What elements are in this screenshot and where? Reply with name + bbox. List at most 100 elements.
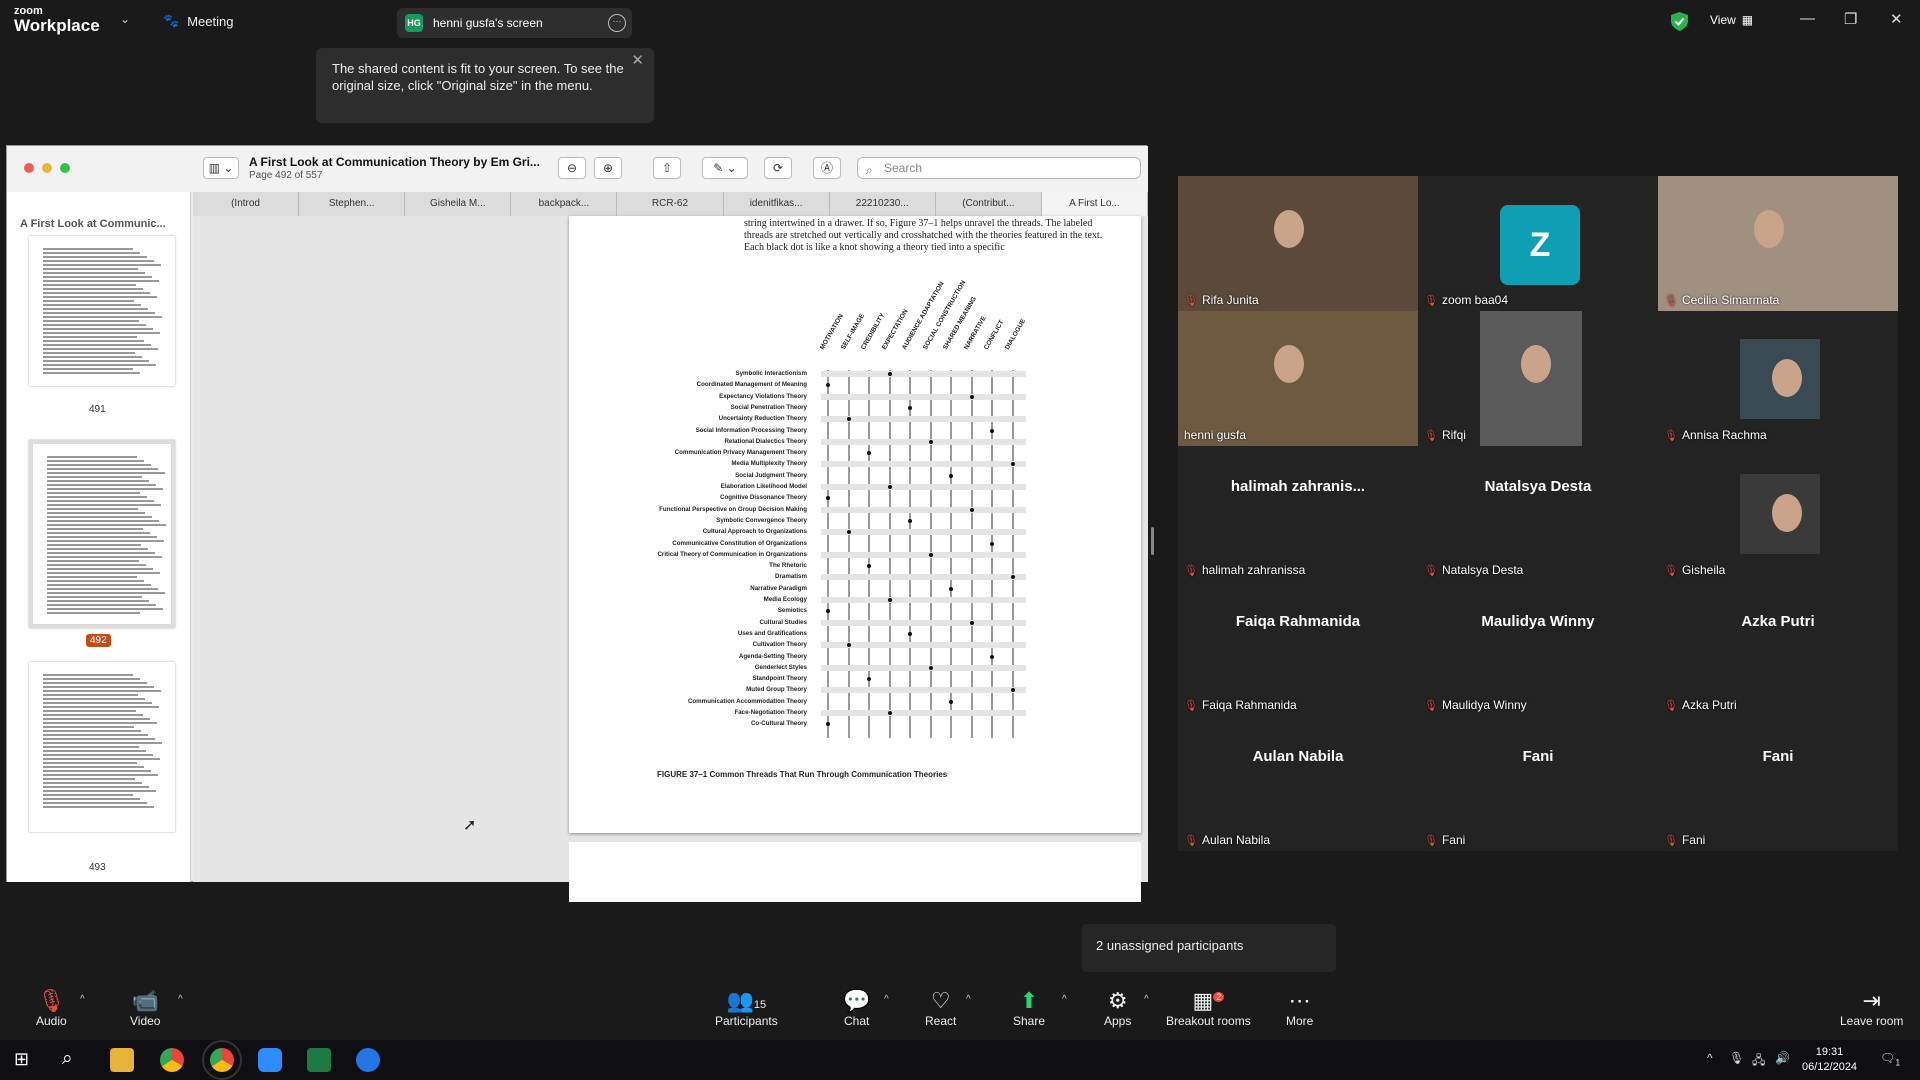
app-icon[interactable] [356, 1048, 380, 1072]
security-shield-icon[interactable] [1671, 12, 1688, 31]
thumbnail-text-line [43, 268, 138, 270]
share-options-caret[interactable]: ^ [1062, 994, 1067, 1005]
share-button[interactable]: ⬆ Share [1013, 988, 1045, 1028]
mac-zoom-icon[interactable] [60, 163, 70, 173]
tab-4[interactable]: backpack... [511, 192, 618, 216]
video-options-caret[interactable]: ^ [178, 994, 183, 1005]
participant-name: zoom baa04 [1441, 293, 1509, 307]
chrome-icon[interactable] [160, 1048, 184, 1072]
participant-tile[interactable]: 🎙 Rifqi [1418, 311, 1658, 446]
pdf-search-field[interactable]: ⌕ Search [857, 157, 1141, 179]
participant-tile[interactable]: Z 🎙 zoom baa04 [1418, 176, 1658, 311]
thumbnail-text-line [43, 714, 143, 716]
close-tooltip-icon[interactable]: ✕ [631, 52, 644, 69]
figure-theory-label: Genderlect Styles [754, 663, 807, 671]
document-view[interactable]: string intertwined in a drawer. If so, F… [193, 216, 1148, 902]
chevron-down-icon[interactable]: ⌄ [120, 12, 130, 26]
annotate-icon[interactable]: Ⓐ [813, 157, 841, 179]
thumbnail-text-line [43, 280, 159, 282]
system-clock[interactable]: 19:31 06/12/2024 [1802, 1045, 1857, 1075]
participant-tile[interactable]: halimah zahranis... 🎙 halimah zahranissa [1178, 446, 1418, 581]
participant-tile[interactable]: henni gusfa [1178, 311, 1418, 446]
markup-pen-icon[interactable]: ✎ ⌄ [702, 157, 748, 179]
zoom-workplace-logo[interactable]: zoom Workplace [14, 6, 100, 35]
tab-1[interactable]: (Introd [193, 192, 300, 216]
participant-name: Azka Putri [1681, 698, 1737, 712]
leave-room-button[interactable]: ⇥ Leave room [1840, 988, 1903, 1028]
more-button[interactable]: ⋯ More [1286, 988, 1313, 1028]
participant-tile[interactable]: Aulan Nabila 🎙 Aulan Nabila [1178, 716, 1418, 851]
mac-close-icon[interactable] [24, 163, 34, 173]
view-button[interactable]: View ▦ [1710, 13, 1753, 27]
apps-options-caret[interactable]: ^ [1144, 994, 1149, 1005]
mac-minimize-icon[interactable] [42, 163, 52, 173]
sidebar-toggle-button[interactable]: ▥ ⌄ [203, 157, 239, 179]
figure-row-band [821, 484, 1026, 490]
notification-icon[interactable]: 🗨1 [1880, 1051, 1900, 1067]
more-icon: ⋯ [1288, 988, 1311, 1013]
tab-active[interactable]: A First Lo... [1041, 192, 1148, 216]
react-options-caret[interactable]: ^ [966, 994, 971, 1005]
tab-6[interactable]: idenitfikas... [724, 192, 830, 216]
thumbnail-text-line [47, 476, 142, 478]
rotate-icon[interactable]: ⟳ [764, 157, 792, 179]
restore-icon[interactable]: ❐ [1844, 10, 1857, 28]
participant-tile[interactable]: Fani 🎙 Fani [1658, 716, 1898, 851]
chat-options-caret[interactable]: ^ [884, 994, 889, 1005]
participant-tile[interactable]: Faiqa Rahmanida 🎙 Faiqa Rahmanida [1178, 581, 1418, 716]
windows-start-icon[interactable]: ⊞ [14, 1049, 29, 1070]
audio-button[interactable]: 🎙 Audio [36, 988, 67, 1028]
participant-tile[interactable]: Fani 🎙 Fani [1418, 716, 1658, 851]
participant-tile[interactable]: 🎙 Annisa Rachma [1658, 311, 1898, 446]
unassigned-participants-notice[interactable]: 2 unassigned participants [1082, 924, 1336, 972]
participant-tile[interactable]: 🎙 Rifa Junita [1178, 176, 1418, 311]
tab-5[interactable]: RCR-62 [617, 192, 724, 216]
share-icon[interactable]: ⇧ [653, 157, 681, 179]
meeting-menu[interactable]: 🐾 Meeting [163, 13, 233, 29]
apps-button[interactable]: ⚙ Apps [1104, 988, 1131, 1028]
tab-8[interactable]: (Contribut... [936, 192, 1042, 216]
breakout-rooms-button[interactable]: ▦ 2 Breakout rooms [1166, 988, 1251, 1028]
zoom-out-icon[interactable]: ⊖ [558, 157, 586, 179]
chat-button[interactable]: 💬 Chat [843, 988, 870, 1028]
tab-2[interactable]: Stephen... [299, 192, 406, 216]
muted-mic-icon: 🎙 [1184, 699, 1198, 712]
tab-7[interactable]: 22210230... [830, 192, 936, 216]
figure-theory-label: Media Multiplexity Theory [731, 460, 807, 468]
close-icon[interactable]: ✕ [1890, 10, 1903, 28]
audio-options-caret[interactable]: ^ [80, 994, 85, 1005]
page-number-493: 493 [89, 862, 106, 873]
excel-icon[interactable] [307, 1048, 331, 1072]
grid-icon: ▦ [1741, 13, 1754, 27]
page-thumbnail-491[interactable] [29, 236, 175, 386]
participant-tile[interactable]: Maulidya Winny 🎙 Maulidya Winny [1418, 581, 1658, 716]
video-button[interactable]: 📹 Video [130, 988, 160, 1028]
file-explorer-icon[interactable] [110, 1048, 134, 1072]
participants-button[interactable]: 👥15 Participants [715, 988, 778, 1028]
tray-expand-icon[interactable]: ^ [1707, 1051, 1713, 1065]
muted-mic-icon: 🎙 [1664, 564, 1678, 577]
resize-handle[interactable] [1151, 527, 1154, 555]
participant-name-label: 🎙 Cecilia Simarmata [1664, 293, 1779, 307]
shared-screen[interactable]: ▥ ⌄ A First Look at Communication Theory… [6, 145, 1148, 902]
screen-share-indicator[interactable]: HG henni gusfa's screen ··· [397, 8, 632, 38]
more-options-icon[interactable]: ··· [608, 14, 626, 32]
figure-row-band [821, 664, 1026, 671]
participant-tile[interactable]: Azka Putri 🎙 Azka Putri [1658, 581, 1898, 716]
chrome-icon-active[interactable] [202, 1040, 242, 1080]
volume-icon[interactable]: 🔊 [1775, 1051, 1790, 1065]
react-button[interactable]: ♡ React [925, 988, 956, 1028]
zoom-in-icon[interactable]: ⊕ [594, 157, 622, 179]
participant-tile[interactable]: 🎙 Gisheila [1658, 446, 1898, 581]
page-thumbnail-492[interactable] [29, 440, 175, 628]
search-icon[interactable]: ⌕ [62, 1048, 73, 1070]
page-thumbnail-493[interactable] [29, 662, 175, 832]
participant-tile[interactable]: 🎙 Cecilia Simarmata [1658, 176, 1898, 311]
participant-tile[interactable]: Natalsya Desta 🎙 Natalsya Desta [1418, 446, 1658, 581]
microphone-icon[interactable]: 🎙 [1729, 1051, 1744, 1065]
muted-mic-icon: 🎙 [1664, 699, 1678, 712]
minimize-icon[interactable]: — [1800, 10, 1815, 27]
network-icon[interactable]: 🖧 [1752, 1051, 1765, 1072]
tab-3[interactable]: Gisheila M... [405, 192, 512, 216]
zoom-taskbar-icon[interactable] [258, 1048, 282, 1072]
